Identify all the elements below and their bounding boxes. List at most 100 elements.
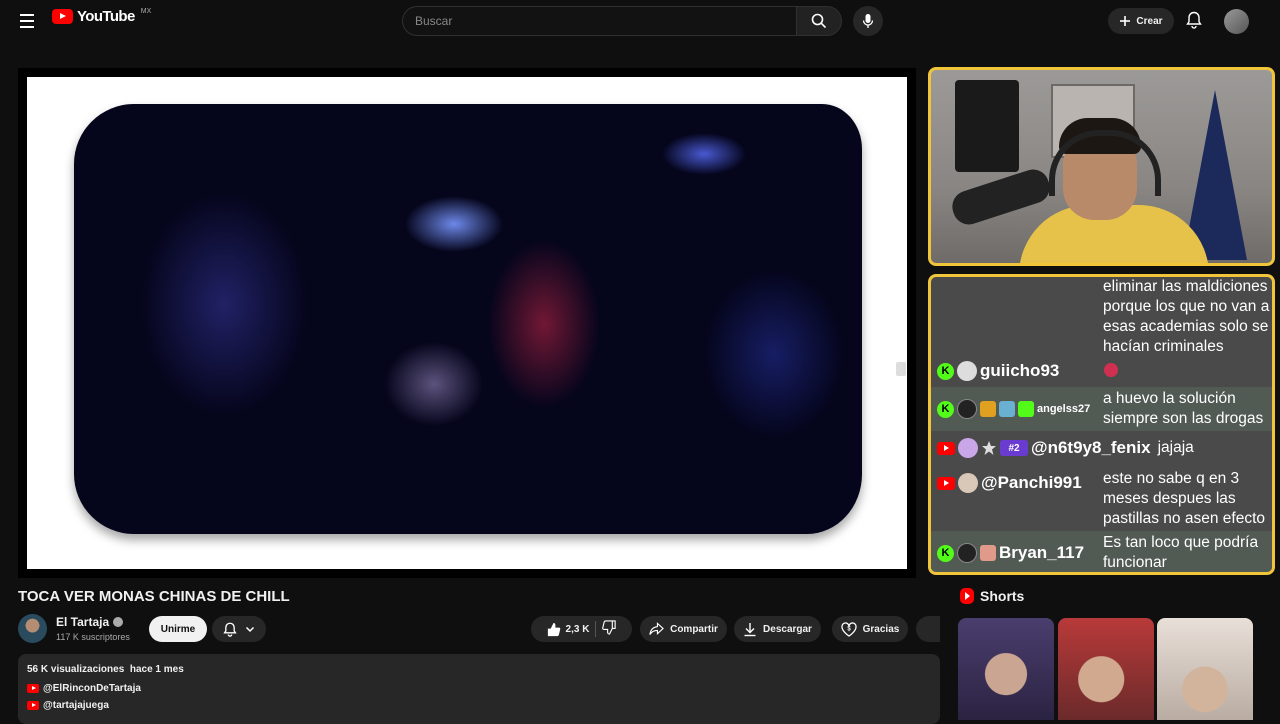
search-input[interactable] <box>402 6 796 36</box>
channel-avatar[interactable] <box>18 614 47 643</box>
chat-username: guiicho93 <box>980 361 1060 380</box>
youtube-icon <box>27 684 39 693</box>
verified-icon <box>113 617 124 627</box>
stream-mic <box>948 165 1054 229</box>
like-button[interactable]: 2,3 K <box>546 622 590 637</box>
thanks-button[interactable]: $ Gracias <box>832 616 908 642</box>
like-dislike-group: 2,3 K <box>531 616 632 642</box>
kick-icon: K <box>937 362 954 380</box>
channel-name[interactable]: El Tartaja <box>56 615 124 629</box>
chat-message-text: Es tan loco que podría funcionar <box>1103 534 1259 571</box>
wall-poster <box>955 80 1019 172</box>
mic-icon <box>862 14 874 28</box>
plus-icon <box>1120 16 1131 26</box>
bell-icon <box>1186 11 1202 29</box>
video-title: TOCA VER MONAS CHINAS DE CHILL <box>18 588 290 605</box>
search-button[interactable] <box>796 6 842 36</box>
short-thumbnail[interactable] <box>958 618 1054 720</box>
chat-message: K Bryan_117 Es tan loco que podría funci… <box>931 531 1272 572</box>
short-thumbnail[interactable] <box>1058 618 1154 720</box>
chat-overlay: eliminar las maldiciones porque los que … <box>928 274 1275 575</box>
star-icon <box>982 441 996 455</box>
download-button[interactable]: Descargar <box>734 616 821 642</box>
shorts-icon <box>960 588 974 604</box>
create-label: Crear <box>1136 15 1163 27</box>
menu-icon <box>20 14 34 16</box>
voice-search-button[interactable] <box>853 6 883 36</box>
channel-link[interactable]: @tartajajuega <box>27 700 109 711</box>
view-metadata: 56 K visualizaciones hace 1 mes <box>27 664 184 675</box>
youtube-logo-icon <box>52 9 73 24</box>
chevron-down-icon <box>245 626 255 633</box>
view-count: 56 K visualizaciones <box>27 664 125 675</box>
notifications-button[interactable] <box>1183 9 1205 31</box>
more-actions-button[interactable] <box>916 616 940 642</box>
chat-emote <box>1103 362 1271 384</box>
youtube-icon <box>937 441 955 455</box>
avatar <box>958 438 978 458</box>
chat-username: @Panchi991 <box>981 473 1082 492</box>
download-label: Descargar <box>763 623 812 635</box>
heart-icon: $ <box>840 621 857 637</box>
logo-text: YouTube <box>77 8 135 25</box>
like-icon <box>547 622 560 636</box>
thanks-label: Gracias <box>862 623 900 635</box>
chat-message: #2 @n6t9y8_fenix jajaja <box>931 435 1272 461</box>
gift-badge-icon <box>1018 401 1034 417</box>
upload-age: hace 1 mes <box>129 664 184 675</box>
download-icon <box>744 622 756 636</box>
chat-message-text: eliminar las maldiciones porque los que … <box>1103 278 1270 355</box>
overlay-icon <box>896 362 906 376</box>
chat-message-text: este no sabe q en 3 meses despues las pa… <box>1103 470 1265 527</box>
emote-icon <box>1104 363 1118 377</box>
bell-icon <box>223 622 237 637</box>
search-bar <box>402 6 842 36</box>
kick-icon: K <box>937 544 954 562</box>
create-button[interactable]: Crear <box>1108 8 1174 34</box>
youtube-logo[interactable]: YouTube MX <box>52 8 151 25</box>
search-icon <box>811 13 827 29</box>
menu-button[interactable] <box>14 9 40 33</box>
channel-link-text: @tartajajuega <box>43 700 109 711</box>
dislike-icon <box>602 620 617 635</box>
subscription-bell-button[interactable] <box>212 616 266 642</box>
account-avatar[interactable] <box>1224 9 1249 34</box>
chat-message: @Panchi991 este no sabe q en 3 meses des… <box>931 467 1272 531</box>
youtube-icon <box>937 476 955 490</box>
chat-username: Bryan_117 <box>999 543 1085 562</box>
chat-message-text: a huevo la solución siempre son las drog… <box>1103 390 1264 427</box>
share-button[interactable]: Compartir <box>640 616 727 642</box>
shorts-header: Shorts <box>960 588 1024 604</box>
subscriber-count: 117 K suscriptores <box>56 632 130 642</box>
crown-badge-icon <box>980 401 996 417</box>
dislike-button[interactable] <box>602 620 617 638</box>
avatar <box>957 399 977 419</box>
share-label: Compartir <box>670 623 718 635</box>
divider <box>595 621 597 637</box>
kick-icon: K <box>937 400 954 418</box>
avatar <box>957 361 977 381</box>
chat-message: K angelss27 a huevo la solución siempre … <box>931 387 1272 431</box>
svg-text:$: $ <box>847 626 851 632</box>
short-thumbnail[interactable] <box>1157 618 1253 720</box>
channel-link[interactable]: @ElRinconDeTartaja <box>27 683 141 694</box>
channel-link-text: @ElRinconDeTartaja <box>43 683 141 694</box>
like-count: 2,3 K <box>565 623 590 635</box>
chat-username: angelss27 <box>1037 403 1091 415</box>
logo-region: MX <box>140 8 152 15</box>
join-button[interactable]: Unirme <box>149 616 207 642</box>
channel-name-text: El Tartaja <box>56 615 110 629</box>
sub-badge-icon <box>980 545 996 561</box>
shorts-title: Shorts <box>980 588 1025 604</box>
avatar <box>957 543 977 563</box>
streamer-webcam <box>928 67 1275 266</box>
chat-message-text: jajaja <box>1157 439 1194 456</box>
chat-message: K guiicho93 <box>931 359 1272 385</box>
avatar <box>958 473 978 493</box>
video-scene <box>74 104 862 534</box>
youtube-icon <box>27 701 39 710</box>
sub-badge-icon <box>999 401 1015 417</box>
share-icon <box>649 622 664 635</box>
chat-username: @n6t9y8_fenix <box>1031 438 1151 457</box>
rank-badge: #2 <box>1000 440 1028 456</box>
